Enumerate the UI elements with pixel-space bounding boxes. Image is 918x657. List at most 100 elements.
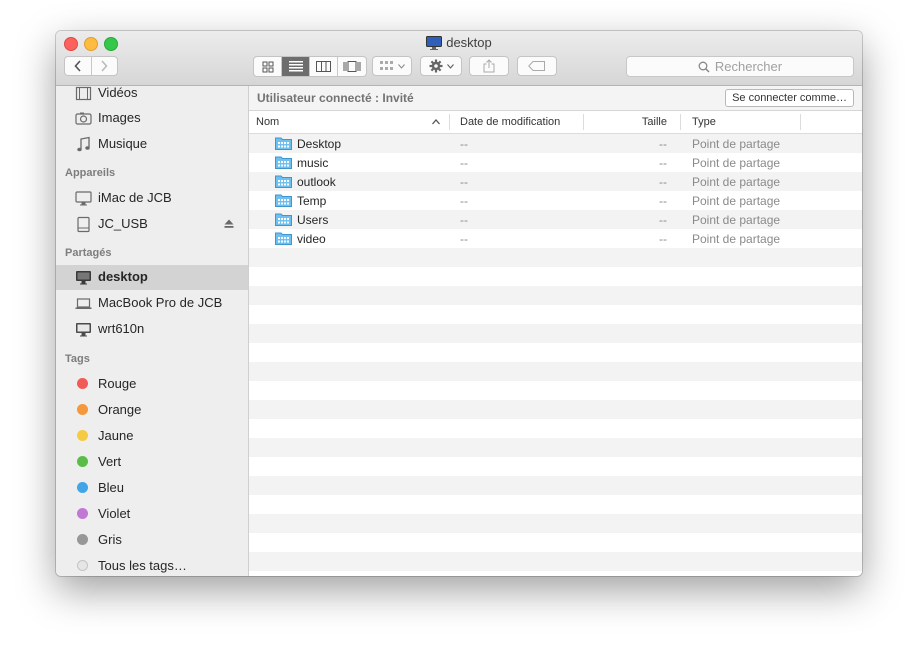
columns-icon [316, 61, 331, 72]
sidebar-item-label: Musique [98, 136, 148, 151]
purple-tag-dot-icon [77, 508, 88, 519]
edit-tags-button[interactable] [517, 56, 557, 76]
drive-icon [77, 216, 90, 233]
forward-button[interactable] [92, 57, 118, 75]
column-date-header[interactable]: Date de modification [460, 116, 560, 128]
icon-view-button[interactable] [254, 57, 282, 76]
sidebar-tag-gris[interactable]: Gris [56, 528, 248, 552]
file-type: Point de partage [692, 175, 781, 189]
sidebar-section-shared: Partagés [65, 247, 112, 259]
sidebar-item-label: Vidéos [98, 86, 138, 100]
chevron-down-icon [446, 63, 454, 69]
file-name: Temp [297, 194, 327, 208]
table-row[interactable]: outlook -- -- Point de partage [249, 172, 862, 191]
table-row[interactable]: music -- -- Point de partage [249, 153, 862, 172]
sidebar-tag-rouge[interactable]: Rouge [56, 372, 248, 396]
arrange-button[interactable] [372, 56, 412, 76]
sidebar-item-label: Gris [98, 532, 122, 547]
file-type: Point de partage [692, 194, 781, 208]
file-name: Desktop [297, 137, 342, 151]
window-title: desktop [56, 35, 862, 50]
table-row[interactable]: Temp -- -- Point de partage [249, 191, 862, 210]
action-button[interactable] [420, 56, 462, 76]
empty-row [249, 438, 862, 457]
file-type: Point de partage [692, 213, 781, 227]
view-mode-control [253, 56, 367, 77]
file-type: Point de partage [692, 156, 781, 170]
empty-row [249, 248, 862, 267]
column-divider [680, 114, 681, 130]
sidebar-item-label: Orange [98, 402, 142, 417]
sidebar-item-label: desktop [98, 269, 148, 284]
eject-icon[interactable] [224, 219, 234, 228]
share-icon [483, 59, 495, 73]
chevron-right-icon [101, 60, 108, 72]
sidebar-item-music[interactable]: Musique [56, 132, 248, 156]
empty-row [249, 552, 862, 571]
empty-row [249, 324, 862, 343]
sidebar-tag-jaune[interactable]: Jaune [56, 424, 248, 448]
cover-flow-icon [343, 61, 361, 72]
column-size-header[interactable]: Taille [629, 116, 667, 128]
connection-bar: Utilisateur connecté : Invité Se connect… [249, 86, 862, 111]
file-date: -- [460, 137, 468, 151]
share-button[interactable] [469, 56, 509, 76]
sidebar-tag-orange[interactable]: Orange [56, 398, 248, 422]
file-size: -- [659, 232, 667, 246]
sidebar-item-label: Bleu [98, 480, 125, 495]
sidebar-item-label: Violet [98, 506, 131, 521]
file-date: -- [460, 213, 468, 227]
sidebar-item-macbook-pro[interactable]: MacBook Pro de JCB [56, 291, 248, 315]
list-view-button[interactable] [282, 57, 310, 76]
connect-as-button[interactable]: Se connecter comme… [725, 89, 854, 107]
column-divider [800, 114, 801, 130]
sidebar-item-imac[interactable]: iMac de JCB [56, 186, 248, 210]
shared-folder-icon [275, 175, 292, 188]
tag-icon [528, 61, 545, 71]
blue-tag-dot-icon [77, 482, 88, 493]
sidebar-tag-bleu[interactable]: Bleu [56, 476, 248, 500]
back-button[interactable] [65, 57, 92, 75]
file-name: music [297, 156, 329, 170]
file-name: video [297, 232, 326, 246]
sidebar: Vidéos Images Musique Appareils iMac de … [56, 86, 249, 576]
table-row[interactable]: video -- -- Point de partage [249, 229, 862, 248]
search-field[interactable]: Rechercher [626, 56, 854, 77]
connection-status: Utilisateur connecté : Invité [257, 91, 414, 105]
monitor-icon [76, 271, 91, 285]
file-date: -- [460, 175, 468, 189]
sidebar-item-label: Tous les tags… [98, 558, 187, 573]
search-icon [698, 61, 710, 73]
sidebar-tag-violet[interactable]: Violet [56, 502, 248, 526]
column-divider [583, 114, 584, 130]
sidebar-all-tags[interactable]: Tous les tags… [56, 554, 248, 576]
sidebar-item-videos[interactable]: Vidéos [56, 86, 248, 105]
sidebar-tag-vert[interactable]: Vert [56, 450, 248, 474]
file-size: -- [659, 194, 667, 208]
sidebar-section-tags: Tags [65, 353, 90, 365]
column-type-header[interactable]: Type [692, 116, 716, 128]
sort-ascending-icon [432, 119, 440, 125]
arrange-grid-icon [379, 61, 393, 70]
sidebar-item-jc-usb[interactable]: JC_USB [56, 212, 248, 236]
table-row[interactable]: Desktop -- -- Point de partage [249, 134, 862, 153]
file-size: -- [659, 137, 667, 151]
toolbar: desktop Rechercher [56, 31, 862, 86]
monitor-icon [426, 35, 443, 50]
cover-flow-button[interactable] [338, 57, 366, 76]
file-date: -- [460, 156, 468, 170]
file-list: Desktop -- -- Point de partage music -- … [249, 134, 862, 576]
file-browser: Utilisateur connecté : Invité Se connect… [249, 86, 862, 576]
column-name-header[interactable]: Nom [256, 116, 279, 128]
sidebar-item-label: Vert [98, 454, 122, 469]
empty-row [249, 286, 862, 305]
column-view-button[interactable] [310, 57, 338, 76]
sidebar-item-wrt610n[interactable]: wrt610n [56, 317, 248, 341]
sidebar-item-images[interactable]: Images [56, 106, 248, 130]
sidebar-item-label: Rouge [98, 376, 137, 391]
music-note-icon [77, 136, 90, 152]
sidebar-item-desktop[interactable]: desktop [56, 265, 248, 290]
table-row[interactable]: Users -- -- Point de partage [249, 210, 862, 229]
laptop-icon [75, 298, 92, 309]
sidebar-item-label: MacBook Pro de JCB [98, 295, 223, 310]
